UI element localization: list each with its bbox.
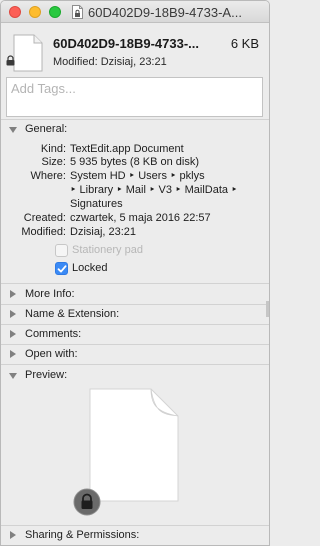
stationery-pad-label: Stationery pad: [72, 244, 143, 256]
stationery-pad-checkbox[interactable]: [55, 244, 68, 257]
disclosure-closed-icon[interactable]: [10, 310, 16, 318]
kind-value: TextEdit.app Document: [70, 143, 184, 155]
section-sharing-permissions-label: Sharing & Permissions:: [25, 529, 140, 541]
disclosure-closed-icon[interactable]: [10, 350, 16, 358]
modified-date: Modified: Dzisiaj, 23:21: [53, 56, 167, 68]
section-general[interactable]: General:: [1, 122, 269, 138]
scrollbar[interactable]: [266, 301, 269, 317]
divider: [1, 525, 269, 526]
section-name-extension[interactable]: Name & Extension:: [1, 307, 269, 323]
file-size: 6 KB: [230, 36, 259, 51]
window-title: 60D402D9-18B9-4733-A...: [88, 5, 242, 20]
divider: [1, 283, 269, 284]
file-name: 60D402D9-18B9-4733-...: [53, 36, 199, 51]
kind-label: Kind:: [40, 143, 66, 155]
close-button[interactable]: [9, 6, 21, 18]
section-general-label: General:: [25, 123, 68, 135]
created-value: czwartek, 5 maja 2016 22:57: [70, 212, 211, 224]
section-more-info[interactable]: More Info:: [1, 287, 269, 303]
disclosure-closed-icon[interactable]: [10, 330, 16, 338]
section-preview[interactable]: Preview:: [1, 368, 269, 384]
section-open-with-label: Open with:: [25, 348, 78, 360]
tags-field[interactable]: [6, 77, 263, 117]
get-info-window: 60D402D9-18B9-4733-A... 60D402D9-18B9-47…: [0, 0, 270, 546]
created-label: Created:: [23, 212, 66, 224]
section-preview-label: Preview:: [25, 369, 68, 381]
size-value: 5 935 bytes (8 KB on disk): [70, 156, 200, 168]
tags-input[interactable]: [11, 81, 258, 96]
lock-badge-icon: [6, 55, 15, 66]
file-icon: [13, 34, 43, 72]
divider: [1, 119, 269, 120]
section-sharing-permissions[interactable]: Sharing & Permissions:: [1, 528, 269, 544]
disclosure-open-icon[interactable]: [9, 373, 17, 379]
divider: [1, 344, 269, 345]
modified-label: Modified:: [21, 226, 66, 238]
section-name-extension-label: Name & Extension:: [25, 308, 120, 320]
divider: [1, 324, 269, 325]
minimize-button[interactable]: [29, 6, 41, 18]
section-comments[interactable]: Comments:: [1, 327, 269, 343]
size-label: Size:: [41, 156, 66, 168]
where-value-line1[interactable]: System HD ‣ Users ‣ pklys: [70, 170, 260, 183]
checkmark-icon: [57, 265, 67, 273]
document-icon: [72, 5, 83, 19]
locked-checkbox[interactable]: [55, 262, 68, 275]
disclosure-closed-icon[interactable]: [10, 531, 16, 539]
where-value-line2[interactable]: ‣ Library ‣ Mail ‣ V3 ‣ MailData ‣: [70, 184, 260, 197]
zoom-button[interactable]: [49, 6, 61, 18]
disclosure-open-icon[interactable]: [9, 127, 17, 133]
divider: [1, 304, 269, 305]
title-bar[interactable]: 60D402D9-18B9-4733-A...: [1, 1, 269, 23]
where-label: Where:: [30, 170, 66, 182]
divider: [1, 364, 269, 365]
preview-document-icon: [89, 388, 179, 502]
where-value-line3[interactable]: Signatures: [70, 198, 260, 211]
section-comments-label: Comments:: [25, 328, 82, 340]
lock-icon: [73, 488, 101, 516]
modified-value: Dzisiaj, 23:21: [70, 226, 137, 238]
locked-label: Locked: [72, 262, 108, 274]
disclosure-closed-icon[interactable]: [10, 290, 16, 298]
section-more-info-label: More Info:: [25, 288, 75, 300]
section-open-with[interactable]: Open with:: [1, 347, 269, 363]
